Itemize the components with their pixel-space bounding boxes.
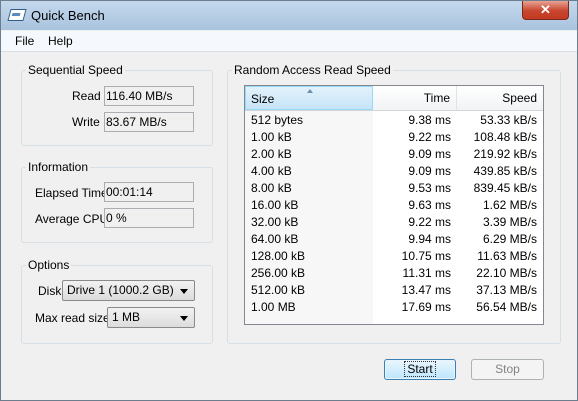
cell-size: 1.00 kB [251,130,292,144]
max-read-size-label: Max read size [35,311,110,325]
cell-speed: 3.39 MB/s [482,215,537,229]
column-header-size[interactable]: Size [245,86,373,110]
cell-size: 64.00 kB [251,232,299,246]
read-label: Read [72,89,101,103]
elapsed-time-value: 00:01:14 [104,182,194,202]
stop-button[interactable]: Stop [471,359,544,380]
cell-size: 512.00 kB [251,283,306,297]
cell-speed: 439.85 kB/s [473,164,537,178]
cell-time: 11.31 ms [402,266,451,280]
cell-time: 17.69 ms [401,300,451,314]
table-row[interactable]: 1.00 MB 17.69 ms 56.54 MB/s [245,299,543,316]
column-time-label: Time [423,91,450,105]
cell-time: 9.38 ms [408,113,451,127]
column-header-speed[interactable]: Speed [457,86,543,110]
app-icon [7,9,27,21]
cell-speed: 56.54 MB/s [476,300,537,314]
information-legend: Information [28,160,89,174]
cell-time: 9.53 ms [408,181,451,195]
menu-bar: File Help [1,31,577,52]
sequential-speed-legend: Sequential Speed [28,63,123,77]
cell-time: 9.22 ms [408,215,451,229]
stop-button-label: Stop [495,362,520,376]
write-value: 83.67 MB/s [104,112,194,132]
cell-size: 16.00 kB [251,198,299,212]
column-speed-label: Speed [502,91,537,105]
elapsed-time-label: Elapsed Time [35,186,108,200]
table-row[interactable]: 128.00 kB 10.75 ms 11.63 MB/s [245,248,543,265]
disk-select-value: Drive 1 (1000.2 GB) [67,283,174,297]
cell-time: 10.75 ms [401,249,451,263]
cell-time: 9.94 ms [408,232,451,246]
average-cpu-label: Average CPU [35,212,109,226]
cell-speed: 37.13 MB/s [476,283,537,297]
cell-size: 512 bytes [251,113,304,127]
table-row[interactable]: 4.00 kB 9.09 ms 439.85 kB/s [245,163,543,180]
cell-size: 32.00 kB [251,215,299,229]
menu-help[interactable]: Help [48,34,73,48]
cell-time: 13.47 ms [401,283,451,297]
disk-label: Disk [38,284,62,298]
write-label: Write [72,115,100,129]
table-row[interactable]: 16.00 kB 9.63 ms 1.62 MB/s [245,197,543,214]
cell-time: 9.09 ms [408,164,451,178]
disk-select[interactable]: Drive 1 (1000.2 GB) [62,280,195,301]
table-row[interactable]: 64.00 kB 9.94 ms 6.29 MB/s [245,231,543,248]
cell-size: 8.00 kB [251,181,292,195]
table-row[interactable]: 256.00 kB 11.31 ms 22.10 MB/s [245,265,543,282]
table-row[interactable]: 2.00 kB 9.09 ms 219.92 kB/s [245,146,543,163]
table-row[interactable]: 512 bytes 9.38 ms 53.33 kB/s [245,112,543,129]
cell-speed: 53.33 kB/s [480,113,537,127]
close-button[interactable]: ✕ [522,1,569,20]
results-list[interactable]: Size Time Speed 512 bytes 9.38 ms 53.33 kB… [244,85,544,325]
table-row[interactable]: 1.00 kB 9.22 ms 108.48 kB/s [245,129,543,146]
max-read-size-value: 1 MB [112,310,141,324]
cell-size: 1.00 MB [251,300,296,314]
read-value: 116.40 MB/s [104,86,194,106]
cell-size: 4.00 kB [251,164,292,178]
cell-time: 9.09 ms [408,147,451,161]
cell-speed: 108.48 kB/s [473,130,537,144]
chevron-down-icon [180,316,188,321]
cell-speed: 22.10 MB/s [476,266,537,280]
options-legend: Options [28,258,70,272]
cell-speed: 1.62 MB/s [482,198,537,212]
cell-size: 2.00 kB [251,147,292,161]
cell-time: 9.63 ms [408,198,451,212]
column-header-time[interactable]: Time [373,86,457,110]
cell-speed: 6.29 MB/s [482,232,537,246]
table-row[interactable]: 32.00 kB 9.22 ms 3.39 MB/s [245,214,543,231]
cell-speed: 11.63 MB/s [477,249,537,263]
options-group: Options [21,258,213,344]
table-row[interactable]: 512.00 kB 13.47 ms 37.13 MB/s [245,282,543,299]
max-read-size-select[interactable]: 1 MB [107,307,195,328]
cell-size: 128.00 kB [251,249,306,263]
sort-ascending-icon [307,89,313,93]
column-size-label: Size [251,92,275,106]
cell-speed: 839.45 kB/s [473,181,537,195]
app-window: Quick Bench ✕ File Help Sequential Speed… [0,0,578,401]
start-button[interactable]: Start [384,359,456,380]
menu-file[interactable]: File [15,34,34,48]
list-header: Size Time Speed [245,86,543,111]
window-title: Quick Bench [31,8,105,23]
cell-speed: 219.92 kB/s [473,147,537,161]
table-row[interactable]: 8.00 kB 9.53 ms 839.45 kB/s [245,180,543,197]
average-cpu-value: 0 % [104,208,194,228]
chevron-down-icon [180,289,188,294]
cell-time: 9.22 ms [408,130,451,144]
title-bar: Quick Bench ✕ [1,1,577,30]
cell-size: 256.00 kB [251,266,306,280]
start-button-label: Start [404,361,436,377]
random-access-legend: Random Access Read Speed [234,63,391,77]
